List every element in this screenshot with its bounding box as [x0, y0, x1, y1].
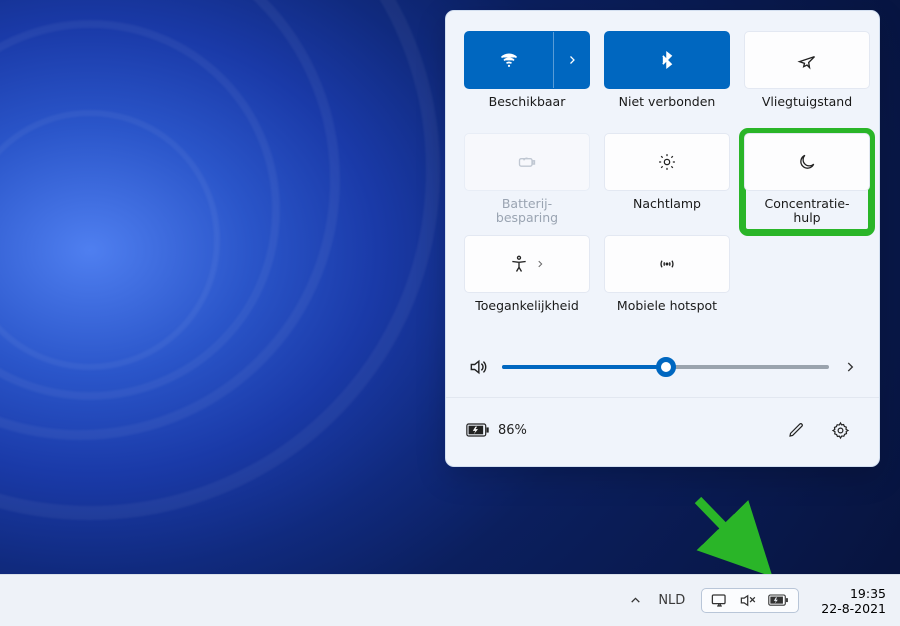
wifi-label: Beschikbaar [489, 95, 566, 129]
battery-saver-tile-wrap: Batterij- besparing [464, 133, 590, 231]
panel-footer: 86% [446, 397, 879, 466]
battery-icon [768, 593, 790, 608]
gear-icon [831, 421, 850, 440]
battery-percent: 86% [498, 423, 527, 438]
focus-assist-label: Concentratie- hulp [764, 197, 849, 231]
accessibility-icon [509, 254, 529, 274]
focus-assist-tile-wrap: Concentratie- hulp [744, 133, 870, 231]
language-indicator[interactable]: NLD [650, 581, 693, 621]
volume-expand-button[interactable] [843, 360, 857, 374]
airplane-icon [797, 50, 817, 70]
airplane-tile[interactable] [744, 31, 870, 89]
hotspot-label: Mobiele hotspot [617, 299, 717, 333]
accessibility-label: Toegankelijkheid [475, 299, 579, 333]
settings-button[interactable] [821, 412, 859, 448]
bluetooth-tile[interactable] [604, 31, 730, 89]
bluetooth-tile-wrap: Niet verbonden [604, 31, 730, 129]
moon-icon [797, 152, 817, 172]
hotspot-icon [657, 254, 677, 274]
airplane-tile-wrap: Vliegtuigstand [744, 31, 870, 129]
volume-fill [502, 365, 666, 369]
airplane-label: Vliegtuigstand [762, 95, 852, 129]
focus-assist-tile[interactable] [744, 133, 870, 191]
clock-time: 19:35 [821, 586, 886, 601]
wifi-tile[interactable] [464, 31, 590, 89]
brightness-icon [657, 152, 677, 172]
battery-status[interactable]: 86% [466, 422, 527, 438]
panel-actions [777, 412, 859, 448]
wifi-tile-wrap: Beschikbaar [464, 31, 590, 129]
accessibility-tile[interactable] [464, 235, 590, 293]
volume-row [446, 341, 879, 397]
quick-settings-grid: Beschikbaar Niet verbonden Vliegtuigstan… [446, 11, 879, 341]
nightlight-label: Nachtlamp [633, 197, 701, 231]
taskbar: NLD 19:35 22-8-2021 [0, 574, 900, 626]
edit-button[interactable] [777, 412, 815, 448]
battery-saver-tile[interactable] [464, 133, 590, 191]
battery-charging-icon [466, 422, 490, 438]
wifi-expand-button[interactable] [553, 32, 589, 88]
language-text: NLD [658, 593, 685, 608]
nightlight-tile[interactable] [604, 133, 730, 191]
hotspot-tile-wrap: Mobiele hotspot [604, 235, 730, 333]
quick-settings-panel: Beschikbaar Niet verbonden Vliegtuigstan… [445, 10, 880, 467]
bluetooth-icon [657, 50, 677, 70]
tray-overflow-button[interactable] [621, 581, 650, 621]
hotspot-tile[interactable] [604, 235, 730, 293]
system-tray[interactable] [693, 581, 807, 621]
pencil-icon [787, 421, 805, 439]
chevron-right-icon [566, 54, 578, 66]
wifi-icon [499, 50, 519, 70]
chevron-right-icon [535, 259, 545, 269]
network-icon [710, 592, 729, 609]
accessibility-tile-wrap: Toegankelijkheid [464, 235, 590, 333]
speaker-icon[interactable] [468, 357, 488, 377]
battery-saver-icon [517, 152, 537, 172]
clock-date: 22-8-2021 [821, 601, 886, 616]
taskbar-clock[interactable]: 19:35 22-8-2021 [821, 586, 886, 616]
volume-slider[interactable] [502, 358, 829, 376]
bluetooth-label: Niet verbonden [619, 95, 716, 129]
annotation-arrow [690, 492, 780, 582]
nightlight-tile-wrap: Nachtlamp [604, 133, 730, 231]
battery-saver-label: Batterij- besparing [496, 197, 558, 231]
volume-thumb[interactable] [656, 357, 676, 377]
speaker-muted-icon [739, 592, 758, 609]
chevron-up-icon [629, 594, 642, 607]
